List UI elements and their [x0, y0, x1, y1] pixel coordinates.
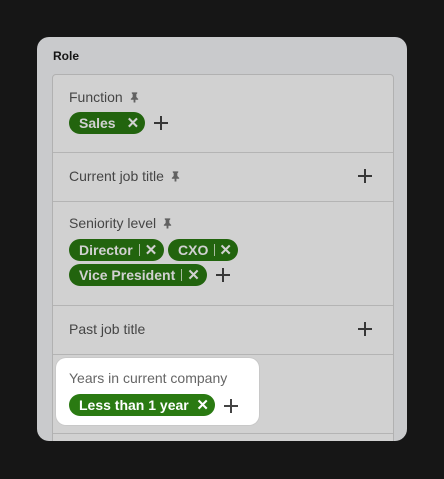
close-icon[interactable]: ✕ [219, 243, 232, 258]
add-seniority-button[interactable] [215, 267, 231, 283]
filter-row-years-in-current-company: Years in current company Less than 1 yea… [56, 358, 259, 425]
close-icon[interactable]: ✕ [145, 243, 158, 258]
chip-function-sales: Sales ✕ [69, 112, 145, 134]
add-current-job-title-button[interactable] [357, 168, 373, 184]
add-years-button[interactable] [223, 398, 239, 414]
pin-icon[interactable] [129, 91, 140, 103]
pin-icon[interactable] [170, 170, 181, 182]
filter-row-seniority-level: Seniority level Director ✕ CXO ✕ Vice Pr… [53, 201, 393, 306]
filter-label-function: Function [69, 89, 123, 105]
close-icon[interactable]: ✕ [187, 268, 200, 283]
close-icon[interactable]: ✕ [196, 398, 209, 413]
chip-seniority-vice-president: Vice President ✕ [69, 264, 207, 286]
filter-label-years-in-current-company: Years in current company [69, 370, 228, 386]
panel-title: Role [53, 49, 80, 63]
close-icon[interactable]: ✕ [127, 116, 140, 131]
chip-seniority-cxo: CXO ✕ [168, 239, 238, 261]
filter-row-past-job-title[interactable]: Past job title [53, 305, 393, 355]
filter-label-seniority-level: Seniority level [69, 215, 157, 231]
add-function-button[interactable] [153, 115, 169, 131]
filter-label-past-job-title: Past job title [69, 321, 146, 337]
add-past-job-title-button[interactable] [357, 321, 373, 337]
chip-years-less-than-1-year: Less than 1 year ✕ [69, 394, 215, 416]
chip-seniority-director: Director ✕ [69, 239, 164, 261]
pin-icon[interactable] [162, 217, 173, 229]
filter-label-current-job-title: Current job title [69, 168, 164, 184]
filter-row-function: Function Sales ✕ [53, 75, 393, 153]
filter-row-current-job-title[interactable]: Current job title [53, 152, 393, 202]
